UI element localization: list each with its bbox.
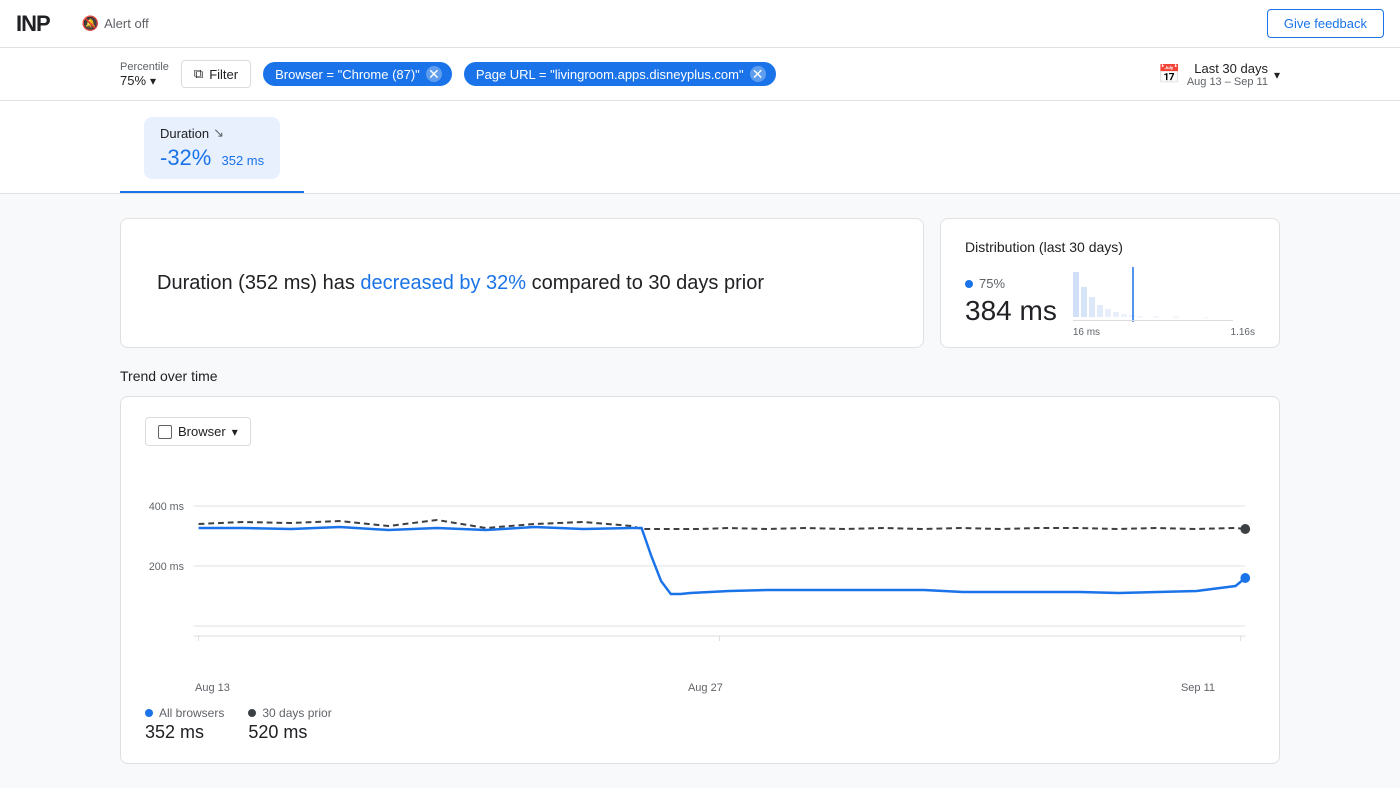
legend-prior-value: 520 ms [248, 722, 331, 743]
url-chip-close[interactable]: ✕ [750, 66, 766, 82]
give-feedback-button[interactable]: Give feedback [1267, 9, 1384, 38]
insight-text: Duration (352 ms) has decreased by 32% c… [157, 268, 764, 298]
legend-all-browsers-value: 352 ms [145, 722, 224, 743]
date-chevron [1274, 67, 1280, 82]
browser-square-icon [158, 425, 172, 439]
summary-row: Duration (352 ms) has decreased by 32% c… [120, 218, 1280, 348]
trend-section: Trend over time Browser 400 ms 200 ms [120, 368, 1280, 764]
trend-down-icon: ↘ [213, 125, 224, 141]
dist-axis: 16 ms 1.16s [1073, 327, 1255, 338]
percentile-selector[interactable]: Percentile 75% [120, 61, 169, 88]
trend-card: Browser 400 ms 200 ms [120, 396, 1280, 764]
inp-logo: INP [16, 11, 50, 37]
alert-off-button[interactable]: 🔕 Alert off [74, 11, 157, 36]
legend-blue-dot [145, 709, 153, 717]
percentile-value: 75% [120, 73, 156, 88]
distribution-svg [1073, 267, 1233, 322]
chart-area: 400 ms 200 ms [145, 466, 1255, 666]
browser-chevron [232, 424, 238, 439]
filter-icon: ⧉ [194, 66, 203, 82]
dist-left: 75% 384 ms [965, 276, 1057, 327]
filter-button[interactable]: ⧉ Filter [181, 60, 251, 88]
metric-value: -32% 352 ms [160, 145, 264, 171]
legend-all-browsers: All browsers 352 ms [145, 706, 224, 743]
top-bar: INP 🔕 Alert off Give feedback [0, 0, 1400, 48]
bell-icon: 🔕 [82, 15, 99, 32]
dist-percentile: 75% [965, 276, 1057, 291]
metric-name: Duration ↘ [160, 125, 264, 141]
trend-label: Trend over time [120, 368, 1280, 384]
legend-30-days-prior: 30 days prior 520 ms [248, 706, 331, 743]
dist-content: 75% 384 ms [965, 267, 1255, 327]
browser-chip-close[interactable]: ✕ [426, 66, 442, 82]
svg-text:400 ms: 400 ms [149, 501, 185, 513]
metric-tabs: Duration ↘ -32% 352 ms [0, 101, 1400, 194]
trend-chart-svg: 400 ms 200 ms [145, 466, 1255, 666]
browser-chip[interactable]: Browser = "Chrome (87)" ✕ [263, 62, 452, 86]
duration-tab-inner: Duration ↘ -32% 352 ms [144, 117, 280, 179]
dist-chart: 16 ms 1.16s [1073, 267, 1255, 327]
browser-dropdown[interactable]: Browser [145, 417, 251, 446]
chart-legend: All browsers 352 ms 30 days prior 520 ms [145, 706, 1255, 743]
svg-text:200 ms: 200 ms [149, 561, 185, 573]
date-range-text: Last 30 days Aug 13 – Sep 11 [1187, 61, 1268, 88]
filter-bar: Percentile 75% ⧉ Filter Browser = "Chrom… [0, 48, 1400, 101]
dist-dot [965, 280, 973, 288]
distribution-title: Distribution (last 30 days) [965, 239, 1255, 255]
calendar-icon: 📅 [1158, 64, 1180, 85]
duration-tab[interactable]: Duration ↘ -32% 352 ms [120, 101, 304, 193]
insight-card: Duration (352 ms) has decreased by 32% c… [120, 218, 924, 348]
date-range-selector[interactable]: 📅 Last 30 days Aug 13 – Sep 11 [1158, 61, 1280, 88]
legend-dark-dot [248, 709, 256, 717]
dist-value: 384 ms [965, 295, 1057, 327]
distribution-card: Distribution (last 30 days) 75% 384 ms [940, 218, 1280, 348]
percentile-label: Percentile [120, 61, 169, 73]
percentile-chevron [150, 73, 156, 88]
chart-x-labels: Aug 13 Aug 27 Sep 11 [145, 682, 1255, 694]
alert-off-label: Alert off [104, 16, 149, 31]
url-chip[interactable]: Page URL = "livingroom.apps.disneyplus.c… [464, 62, 776, 86]
main-content: Duration (352 ms) has decreased by 32% c… [0, 194, 1400, 788]
